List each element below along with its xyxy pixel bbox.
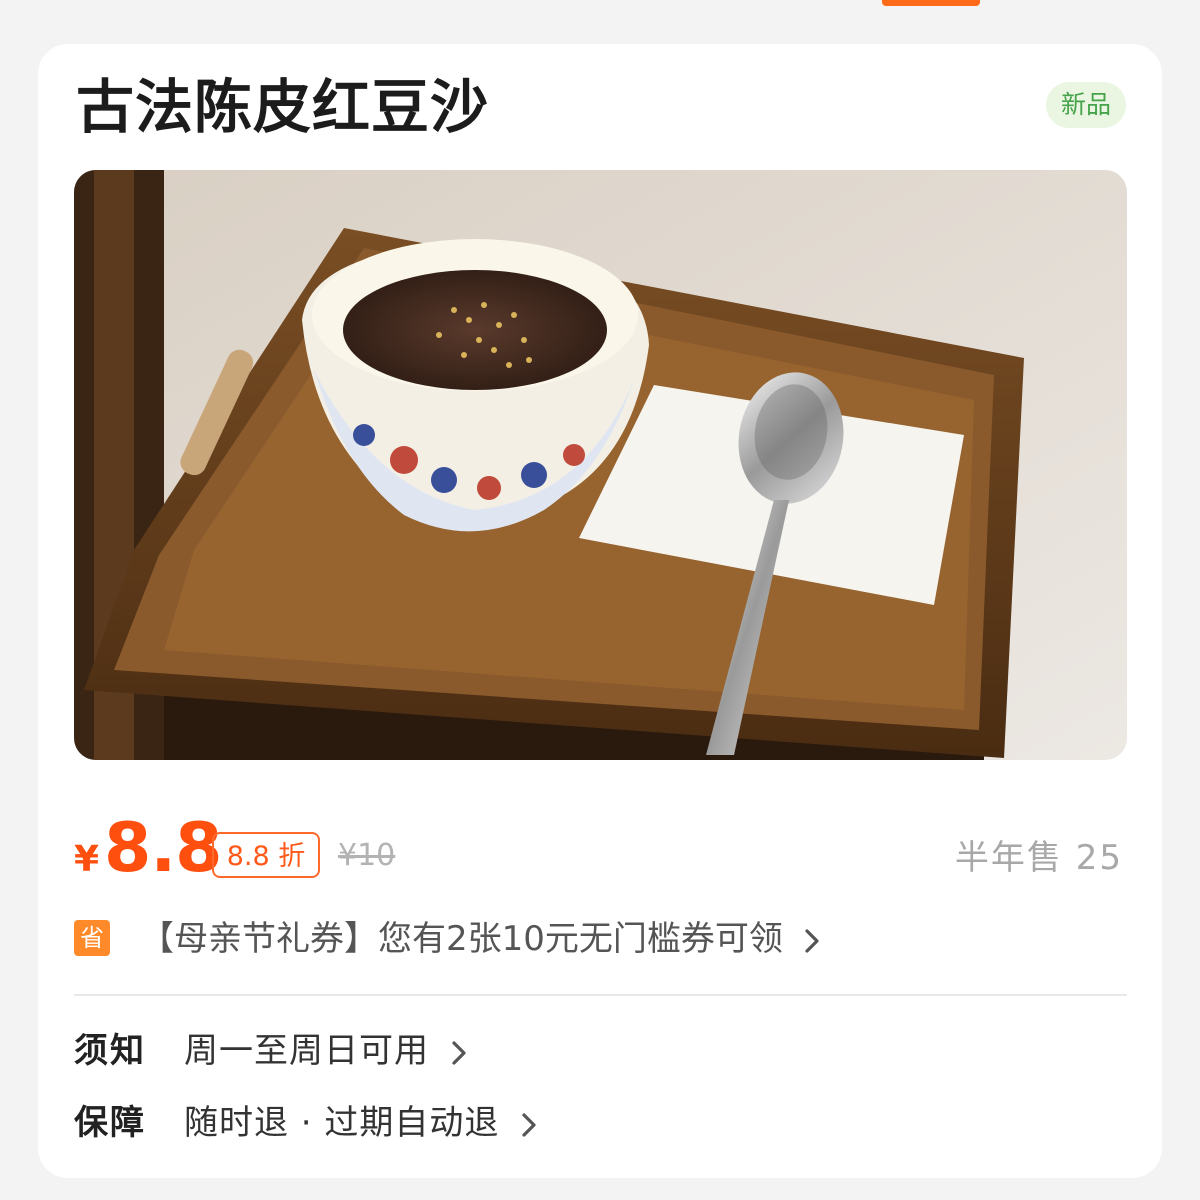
- product-photo[interactable]: [74, 170, 1127, 760]
- discount-badge: 8.8 折: [212, 832, 320, 878]
- save-icon: 省: [74, 920, 110, 956]
- product-card: 古法陈皮红豆沙 新品 ¥ 8.8 8.8 折 ¥10 半年售 25 省 【母亲节…: [38, 44, 1162, 1178]
- price-row: ¥ 8.8 8.8 折 ¥10 半年售 25: [74, 814, 1127, 884]
- chevron-right-icon: [805, 928, 819, 953]
- guarantee-value: 随时退 · 过期自动退: [184, 1098, 537, 1148]
- original-price: ¥10: [338, 838, 396, 873]
- notice-value: 周一至周日可用: [184, 1026, 467, 1076]
- notice-row[interactable]: 须知 周一至周日可用: [74, 1026, 1127, 1076]
- product-title: 古法陈皮红豆沙: [76, 73, 490, 141]
- notice-text: 周一至周日可用: [184, 1031, 429, 1071]
- guarantee-text: 随时退 · 过期自动退: [184, 1103, 500, 1143]
- coupon-row[interactable]: 省 【母亲节礼券】您有2张10元无门槛券可领: [74, 914, 1127, 964]
- guarantee-label: 保障: [74, 1103, 146, 1143]
- coupon-label: 【母亲节礼券】您有2张10元无门槛券可领: [140, 919, 783, 959]
- top-tab-indicator: [882, 0, 980, 6]
- notice-label: 须知: [74, 1031, 146, 1071]
- divider: [74, 994, 1127, 996]
- chevron-right-icon: [522, 1112, 536, 1137]
- guarantee-row[interactable]: 保障 随时退 · 过期自动退: [74, 1098, 1127, 1148]
- currency-symbol: ¥: [74, 839, 100, 880]
- coupon-text: 【母亲节礼券】您有2张10元无门槛券可领: [140, 914, 820, 964]
- sales-count: 半年售 25: [954, 838, 1123, 878]
- current-price: 8.8: [104, 809, 222, 888]
- new-badge: 新品: [1046, 82, 1126, 128]
- chevron-right-icon: [452, 1040, 466, 1065]
